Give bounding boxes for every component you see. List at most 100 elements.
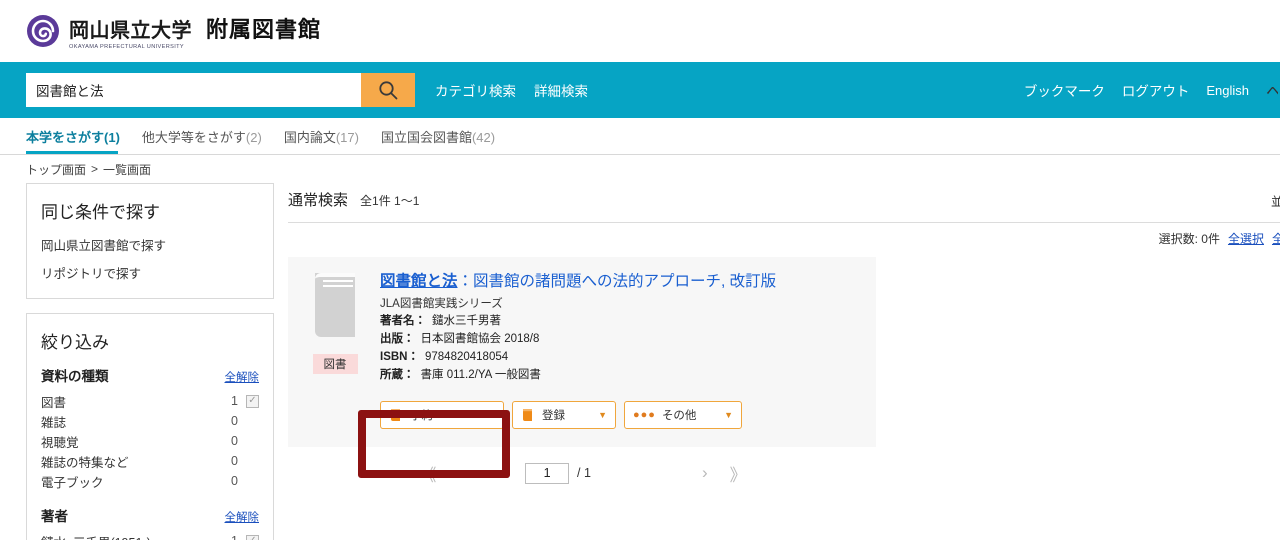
tab-domestic-papers[interactable]: 国内論文(17) [284, 127, 369, 154]
refine-card: 絞り込み 資料の種類 全解除 図書 1 雑誌 0 視聴覚 0 [26, 313, 274, 540]
selection-row: 選択数: 0件 全選択 全解 [288, 223, 1280, 257]
facet-label: 鑓水, 三千男(1951-) [41, 532, 212, 540]
tab-label: 本学をさがす [26, 130, 105, 145]
field-value: 書庫 011.2/YA 一般図書 [420, 368, 541, 381]
register-label: 登録 [542, 409, 565, 422]
book-icon [389, 408, 403, 422]
category-search-link[interactable]: カテゴリ検索 [435, 80, 516, 100]
tab-label: 他大学等をさがす [141, 130, 246, 145]
record-title-link[interactable]: 図書館と法 [380, 273, 458, 290]
search-input[interactable] [26, 73, 361, 107]
sidebar: 同じ条件で探す 岡山県立図書館で探す リポジトリで探す 絞り込み 資料の種類 全… [26, 183, 274, 540]
tab-count: (17) [335, 130, 359, 145]
tab-honhaku[interactable]: 本学をさがす(1) [26, 127, 130, 154]
chevron-down-icon: ▼ [724, 409, 733, 420]
register-button[interactable]: 登録 ▼ [512, 400, 616, 429]
search-button[interactable] [361, 73, 415, 107]
field-label: 出版： [380, 333, 415, 346]
breadcrumb-item-top[interactable]: トップ画面 [26, 161, 86, 178]
breadcrumb-item-list: 一覧画面 [103, 162, 152, 177]
facet-label: 雑誌 [41, 415, 67, 430]
field-value: 鑓水三千男著 [432, 315, 501, 328]
facet-count: 0 [231, 474, 238, 488]
bookmark-link[interactable]: ブックマーク [1024, 80, 1105, 100]
facet-clear-all-material[interactable]: 全解除 [225, 369, 260, 385]
deselect-all-link[interactable]: 全解 [1272, 230, 1280, 247]
facet-row-magazine[interactable]: 雑誌 0 [41, 411, 259, 431]
magnifier-icon [377, 79, 399, 101]
search-field-group [26, 73, 415, 107]
facet-row-audiovisual[interactable]: 視聴覚 0 [41, 431, 259, 451]
tab-count: (42) [471, 130, 496, 145]
swirl-logo-icon [26, 14, 60, 48]
selection-count-label: 選択数: 0件 [1158, 232, 1220, 246]
record-field-author: 著者名： 鑓水三千男著 [380, 313, 860, 331]
pager-last-button[interactable]: 》 [719, 461, 756, 486]
sort-control[interactable]: 並び [1271, 191, 1280, 210]
record-series: JLA図書館実践シリーズ [380, 298, 503, 311]
search-scope-tabs: 本学をさがす(1) 他大学等をさがす(2) 国内論文(17) 国立国会図書館(4… [0, 118, 1280, 154]
facet-count: 0 [231, 414, 238, 428]
facet-label: 図書 [41, 395, 67, 410]
facet-row-magazine-feature[interactable]: 雑誌の特集など 0 [41, 451, 259, 471]
refine-title: 絞り込み [41, 333, 109, 352]
facet-clear-all-author[interactable]: 全解除 [225, 509, 260, 525]
select-all-link[interactable]: 全選択 [1228, 230, 1264, 247]
record-actions: 予約 登録 ▼ ●●● その他 ▼ [380, 400, 860, 429]
page-root: 岡山県立大学 OKAYAMA PREFECTURAL UNIVERSITY 附属… [0, 0, 1280, 540]
facet-row-ebook[interactable]: 電子ブック 0 [41, 471, 259, 491]
field-value: 9784820418054 [424, 351, 509, 363]
facet-row-author[interactable]: 鑓水, 三千男(1951-) 1 [41, 531, 259, 540]
sidebar-link-prefectural-library[interactable]: 岡山県立図書館で探す [41, 235, 259, 254]
tab-label: 国内論文 [283, 130, 336, 145]
facet-label: 電子ブック [41, 475, 104, 490]
brand-text: 岡山県立大学 OKAYAMA PREFECTURAL UNIVERSITY 附属… [69, 12, 321, 50]
facet-group-header-material: 資料の種類 全解除 [41, 365, 259, 385]
result-record: 図書 図書館と法：図書館の諸問題への法的アプローチ, 改訂版 JLA図書館実践シ… [288, 257, 876, 447]
tab-ndl[interactable]: 国立国会図書館(42) [381, 127, 505, 154]
facet-checkbox[interactable] [246, 534, 259, 540]
facet-count: 1 [231, 394, 238, 408]
record-details: 図書館と法：図書館の諸問題への法的アプローチ, 改訂版 JLA図書館実践シリーズ… [366, 271, 860, 429]
facet-group-title: 資料の種類 [41, 369, 109, 384]
other-button[interactable]: ●●● その他 ▼ [624, 400, 742, 429]
facet-row-book[interactable]: 図書 1 [41, 391, 259, 411]
field-value: 日本図書館協会 2018/8 [420, 333, 540, 346]
overflow-menu-icon[interactable]: へ [1266, 78, 1278, 102]
results-panel: 通常検索 全1件 1〜1 並び 選択数: 0件 全選択 全解 [274, 183, 1280, 540]
record-field-holdings: 所蔵： 書庫 011.2/YA 一般図書 [380, 367, 860, 385]
pager-first-button[interactable]: 《 [408, 461, 445, 486]
pager-total-label: / 1 [577, 466, 591, 481]
book-placeholder-icon [309, 273, 361, 343]
advanced-search-link[interactable]: 詳細検索 [534, 80, 588, 100]
breadcrumb-separator: > [91, 162, 99, 176]
breadcrumb: トップ画面 > 一覧画面 [0, 155, 1280, 183]
facet-checkbox[interactable] [246, 394, 259, 408]
facet-count: 0 [231, 454, 238, 468]
same-conditions-card: 同じ条件で探す 岡山県立図書館で探す リポジトリで探す [26, 183, 274, 299]
content-area: 同じ条件で探す 岡山県立図書館で探す リポジトリで探す 絞り込み 資料の種類 全… [0, 183, 1280, 540]
sidebar-link-repository[interactable]: リポジトリで探す [41, 263, 259, 282]
university-name-jp: 岡山県立大学 [69, 20, 192, 42]
facet-label: 視聴覚 [41, 435, 79, 450]
tab-count: (2) [245, 130, 262, 145]
tab-other-universities[interactable]: 他大学等をさがす(2) [142, 127, 272, 154]
pager-next-button[interactable]: › [691, 463, 719, 483]
search-bar: カテゴリ検索 詳細検索 ブックマーク ログアウト English へ [0, 62, 1280, 118]
record-subtitle: ：図書館の諸問題への法的アプローチ, 改訂版 [457, 273, 777, 290]
chevron-down-icon: ▼ [598, 409, 607, 420]
logout-link[interactable]: ログアウト [1122, 80, 1190, 100]
english-link[interactable]: English [1206, 83, 1249, 98]
facet-group-gap [41, 491, 259, 503]
utility-links: ブックマーク ログアウト English へ [1024, 62, 1280, 118]
facet-group-header-author: 著者 全解除 [41, 505, 259, 525]
pager-prev-button[interactable]: ‹ [445, 463, 473, 483]
record-thumbnail-column: 図書 [304, 271, 366, 429]
reserve-button[interactable]: 予約 [380, 400, 504, 429]
dots-icon: ●●● [633, 408, 656, 421]
facet-count: 0 [231, 434, 238, 448]
field-label: ISBN： [380, 351, 419, 363]
pager-page-input[interactable] [525, 462, 570, 484]
record-field-isbn: ISBN： 9784820418054 [380, 349, 860, 367]
pagination: 《 ‹ / 1 › 》 [288, 461, 876, 486]
